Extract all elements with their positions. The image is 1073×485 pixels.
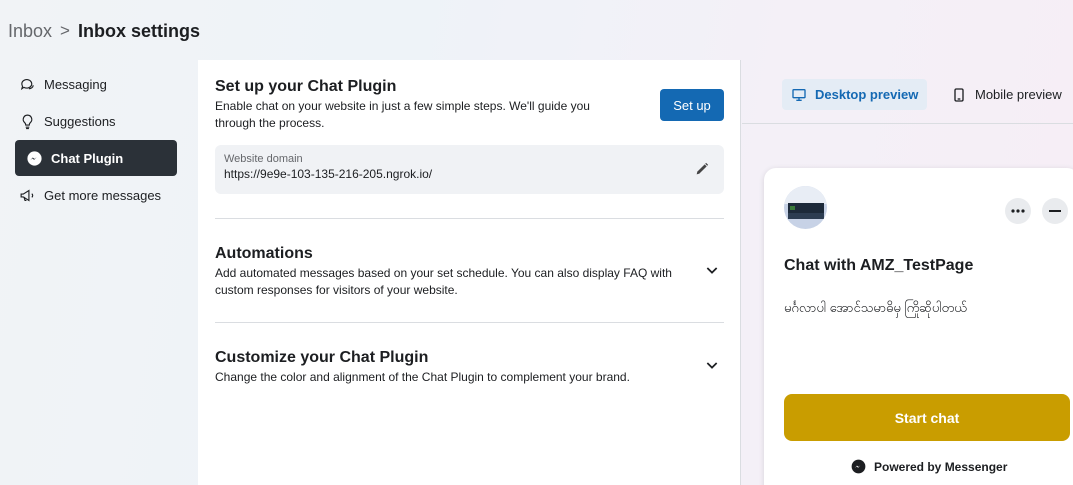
page-title: Inbox settings (77, 20, 200, 41)
chevron-down-icon[interactable] (704, 262, 722, 280)
desktop-icon (791, 87, 807, 103)
chat-plugin-settings-panel: Set up your Chat Plugin Enable chat on y… (198, 60, 741, 485)
mobile-icon (951, 87, 967, 103)
chat-preview-card: Chat with AMZ_TestPage မင်္ဂလာပါ အောင်သမ… (764, 168, 1073, 485)
start-chat-button[interactable]: Start chat (784, 394, 1070, 441)
avatar (784, 186, 827, 229)
website-domain-value: https://9e9e-103-135-216-205.ngrok.io/ (224, 167, 433, 181)
tab-label: Mobile preview (975, 87, 1062, 102)
sidebar-item-label: Messaging (44, 76, 107, 92)
setup-description: Enable chat on your website in just a fe… (215, 99, 590, 130)
more-options-icon[interactable] (1005, 198, 1031, 224)
preview-tabs: Desktop preview Mobile preview (742, 60, 1073, 124)
breadcrumb-separator: > (60, 21, 70, 40)
section-divider (215, 322, 724, 323)
chat-bubbles-icon (18, 75, 36, 93)
messenger-icon (25, 149, 43, 167)
website-domain-label: Website domain (224, 153, 303, 165)
powered-by-label: Powered by Messenger (874, 459, 1008, 474)
chevron-down-icon[interactable] (704, 357, 722, 375)
automations-section[interactable]: Automations Add automated messages based… (215, 245, 724, 299)
chat-title: Chat with AMZ_TestPage (784, 257, 974, 274)
chat-plugin-preview: Desktop preview Mobile preview Chat with… (742, 60, 1073, 485)
powered-by-messenger: Powered by Messenger (851, 459, 1007, 474)
sidebar-item-chat-plugin[interactable]: Chat Plugin (15, 140, 177, 176)
breadcrumb: Inbox > Inbox settings (8, 10, 200, 52)
tab-label: Desktop preview (815, 87, 919, 102)
pencil-icon[interactable] (694, 161, 712, 179)
sidebar-item-label: Suggestions (44, 113, 116, 129)
sidebar-item-get-more-messages[interactable]: Get more messages (8, 177, 191, 213)
sidebar-item-suggestions[interactable]: Suggestions (8, 103, 191, 139)
settings-sidebar: Messaging Suggestions Chat Plugin Get mo… (8, 66, 191, 214)
automations-title: Automations (215, 245, 313, 262)
greeting-message: မင်္ဂလာပါ အောင်သမာဓိမှ ကြိုဆိုပါတယ် (784, 300, 967, 315)
customize-description: Change the color and alignment of the Ch… (215, 370, 630, 384)
sidebar-item-label: Get more messages (44, 187, 162, 203)
breadcrumb-inbox-link[interactable]: Inbox (8, 21, 52, 42)
customize-title: Customize your Chat Plugin (215, 349, 429, 366)
website-domain-field[interactable]: Website domain https://9e9e-103-135-216-… (215, 145, 724, 194)
lightbulb-icon (18, 112, 36, 130)
sidebar-item-label: Chat Plugin (51, 150, 124, 166)
megaphone-icon (18, 186, 36, 204)
sidebar-item-messaging[interactable]: Messaging (8, 66, 191, 102)
automations-description: Add automated messages based on your set… (215, 266, 672, 297)
tab-mobile-preview[interactable]: Mobile preview (942, 79, 1071, 110)
set-up-button[interactable]: Set up (660, 89, 724, 121)
setup-section: Set up your Chat Plugin Enable chat on y… (215, 78, 724, 132)
section-divider (215, 218, 724, 219)
setup-title: Set up your Chat Plugin (215, 78, 397, 95)
customize-section[interactable]: Customize your Chat Plugin Change the co… (215, 349, 724, 386)
minimize-icon[interactable] (1042, 198, 1068, 224)
tab-desktop-preview[interactable]: Desktop preview (782, 79, 928, 110)
messenger-icon (851, 459, 866, 474)
